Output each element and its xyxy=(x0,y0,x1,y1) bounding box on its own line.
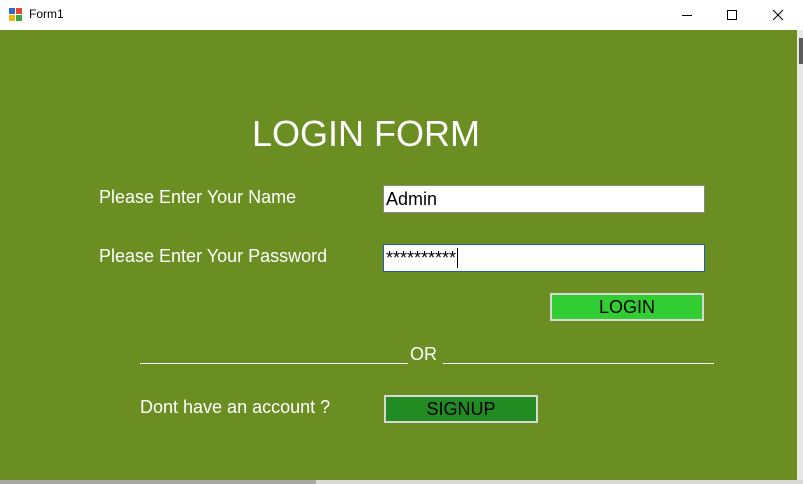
signup-button[interactable]: SIGNUP xyxy=(384,395,538,423)
text-caret xyxy=(457,248,459,268)
name-label: Please Enter Your Name xyxy=(99,187,297,207)
form-client-area: LOGIN FORM Please Enter Your Name Admin … xyxy=(0,30,803,484)
close-button[interactable] xyxy=(755,0,801,30)
window-title: Form1 xyxy=(29,7,64,21)
account-prompt: Dont have an account ? xyxy=(140,397,331,417)
password-input-value: ********** xyxy=(386,248,457,268)
or-divider: OR xyxy=(140,344,714,366)
name-input-value: Admin xyxy=(386,189,438,209)
maximize-icon xyxy=(727,10,737,20)
divider-text: OR xyxy=(410,344,437,364)
app-icon xyxy=(9,8,22,21)
horizontal-scrollbar-thumb[interactable] xyxy=(0,480,316,484)
password-input[interactable]: ********** xyxy=(383,244,705,272)
minimize-icon xyxy=(682,15,692,16)
minimize-button[interactable] xyxy=(664,0,710,30)
vertical-scrollbar-thumb[interactable] xyxy=(799,38,803,64)
app-window: Form1 LOGIN FORM Please Enter Your Name … xyxy=(0,0,803,484)
login-button-label: LOGIN xyxy=(598,296,655,317)
password-label: Please Enter Your Password xyxy=(99,246,328,266)
divider-line-right xyxy=(443,363,714,364)
maximize-button[interactable] xyxy=(709,0,755,30)
login-button[interactable]: LOGIN xyxy=(550,293,704,321)
title-bar[interactable]: Form1 xyxy=(0,0,803,30)
form-heading: LOGIN FORM xyxy=(252,113,481,154)
signup-button-label: SIGNUP xyxy=(426,398,496,419)
vertical-scrollbar[interactable] xyxy=(797,30,803,484)
divider-line-left xyxy=(140,363,408,364)
name-input[interactable]: Admin xyxy=(383,185,705,213)
close-icon xyxy=(772,9,784,21)
